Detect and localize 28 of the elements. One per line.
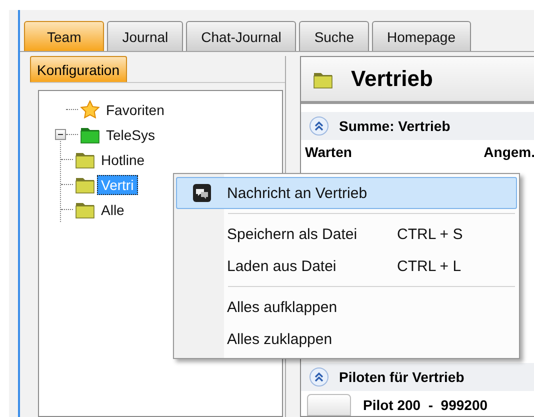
folder-icon — [80, 125, 100, 144]
tab[interactable]: Chat-Journal — [186, 21, 296, 51]
tab[interactable]: Konfiguration — [30, 56, 127, 82]
folder-icon — [75, 175, 95, 194]
menu-item[interactable]: Speichern als Datei CTRL + S — [176, 218, 517, 250]
star-icon — [80, 100, 100, 119]
menu-item[interactable]: Alles aufklappen — [176, 291, 517, 323]
tab[interactable]: Team — [24, 21, 104, 51]
tree-item[interactable]: Favoriten — [102, 100, 168, 120]
tab[interactable]: Homepage — [372, 21, 471, 51]
collapse-toggle[interactable] — [55, 129, 66, 140]
folder-icon — [75, 150, 95, 169]
section-header[interactable]: Piloten für Vertrieb — [301, 363, 534, 391]
column-label: Angem. — [484, 144, 534, 160]
tree-item[interactable]: Hotline — [97, 150, 149, 170]
panel-title: Vertrieb — [351, 66, 433, 92]
menu-item[interactable]: Laden aus Datei CTRL + L — [176, 250, 517, 282]
pilot-label: Pilot 200 - 999200 — [363, 397, 488, 413]
tab[interactable]: Journal — [107, 21, 184, 51]
section-header[interactable]: Summe: Vertrieb — [301, 112, 534, 140]
tree-item[interactable]: TeleSys — [102, 124, 160, 144]
folder-icon — [75, 200, 95, 219]
menu-item[interactable]: Nachricht an Vertrieb — [176, 177, 517, 209]
tab[interactable]: Suche — [299, 21, 370, 51]
chat-icon — [192, 183, 212, 203]
tree-item[interactable]: Alle — [97, 200, 128, 220]
menu-item[interactable]: Alles zuklappen — [176, 323, 517, 355]
column-label: Warten — [305, 144, 352, 160]
